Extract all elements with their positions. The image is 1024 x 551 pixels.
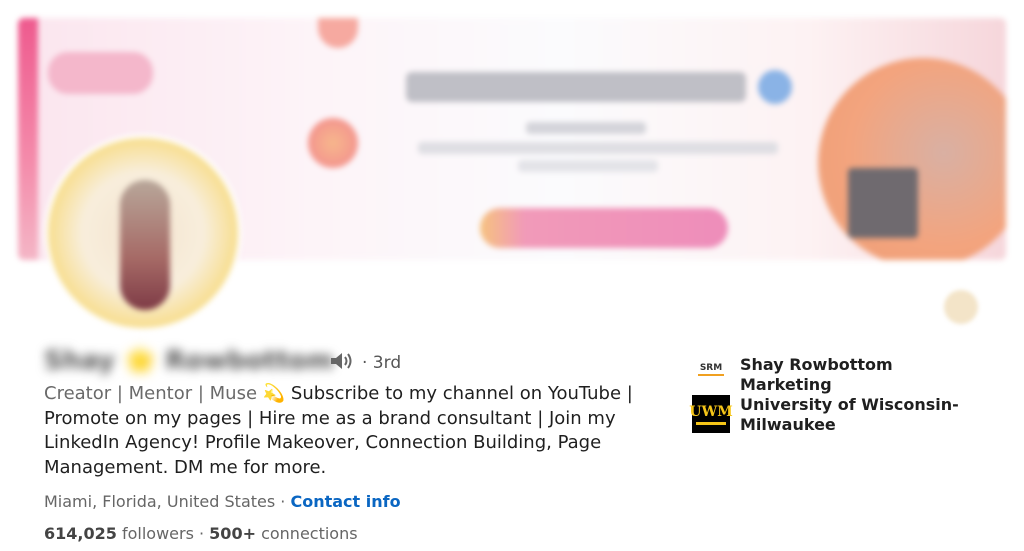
uwm-logo: UWM bbox=[689, 395, 733, 433]
stats-row: 614,025 followers · 500+ connections bbox=[44, 524, 358, 543]
profile-headline: Creator | Mentor | Muse 💫 Subscribe to m… bbox=[44, 382, 644, 480]
banner-stripe bbox=[18, 18, 38, 260]
profile-name: Shay 🌟 Rowbottom bbox=[44, 346, 334, 376]
banner-shape bbox=[318, 18, 358, 48]
followers-label: followers bbox=[116, 524, 194, 543]
profile-location: Miami, Florida, United States bbox=[44, 492, 276, 511]
separator: · bbox=[275, 492, 291, 511]
banner-action-button[interactable] bbox=[944, 290, 978, 324]
banner-text-blur bbox=[526, 122, 646, 134]
company-logo: SRM bbox=[692, 350, 730, 388]
location-row: Miami, Florida, United States · Contact … bbox=[44, 492, 401, 511]
banner-text-blur bbox=[418, 142, 778, 154]
headline-roles: Creator | Mentor | Muse bbox=[44, 383, 263, 404]
banner-shape bbox=[48, 52, 153, 94]
banner-shape bbox=[308, 118, 358, 168]
affiliation-company[interactable]: SRM Shay Rowbottom Marketing bbox=[692, 350, 980, 395]
uwm-logo-text: UWM bbox=[689, 403, 733, 420]
banner-text-blur bbox=[518, 160, 658, 172]
profile-avatar[interactable] bbox=[44, 134, 242, 332]
followers-count: 614,025 bbox=[44, 524, 117, 543]
srm-logo-text: SRM bbox=[697, 362, 725, 376]
speaker-icon[interactable] bbox=[329, 351, 355, 371]
banner-badge-blur bbox=[758, 70, 792, 104]
banner-photo-blur bbox=[848, 168, 918, 238]
connections-count[interactable]: 500+ bbox=[209, 524, 256, 543]
banner-headline-blur bbox=[406, 72, 746, 102]
separator: · bbox=[193, 524, 210, 543]
banner-cta-blur bbox=[480, 208, 728, 248]
company-name: Shay Rowbottom Marketing bbox=[740, 355, 893, 394]
logo-bar bbox=[696, 421, 726, 425]
affiliation-school[interactable]: UWM University of Wisconsin-Milwaukee bbox=[689, 395, 980, 435]
school-name: University of Wisconsin-Milwaukee bbox=[740, 395, 959, 434]
headline-emoji: 💫 bbox=[262, 383, 286, 404]
connections-label[interactable]: connections bbox=[256, 524, 358, 543]
connection-degree: · 3rd bbox=[362, 353, 402, 373]
school-logo: UWM bbox=[689, 395, 733, 433]
contact-info-link[interactable]: Contact info bbox=[290, 492, 400, 511]
avatar-figure bbox=[120, 180, 170, 310]
